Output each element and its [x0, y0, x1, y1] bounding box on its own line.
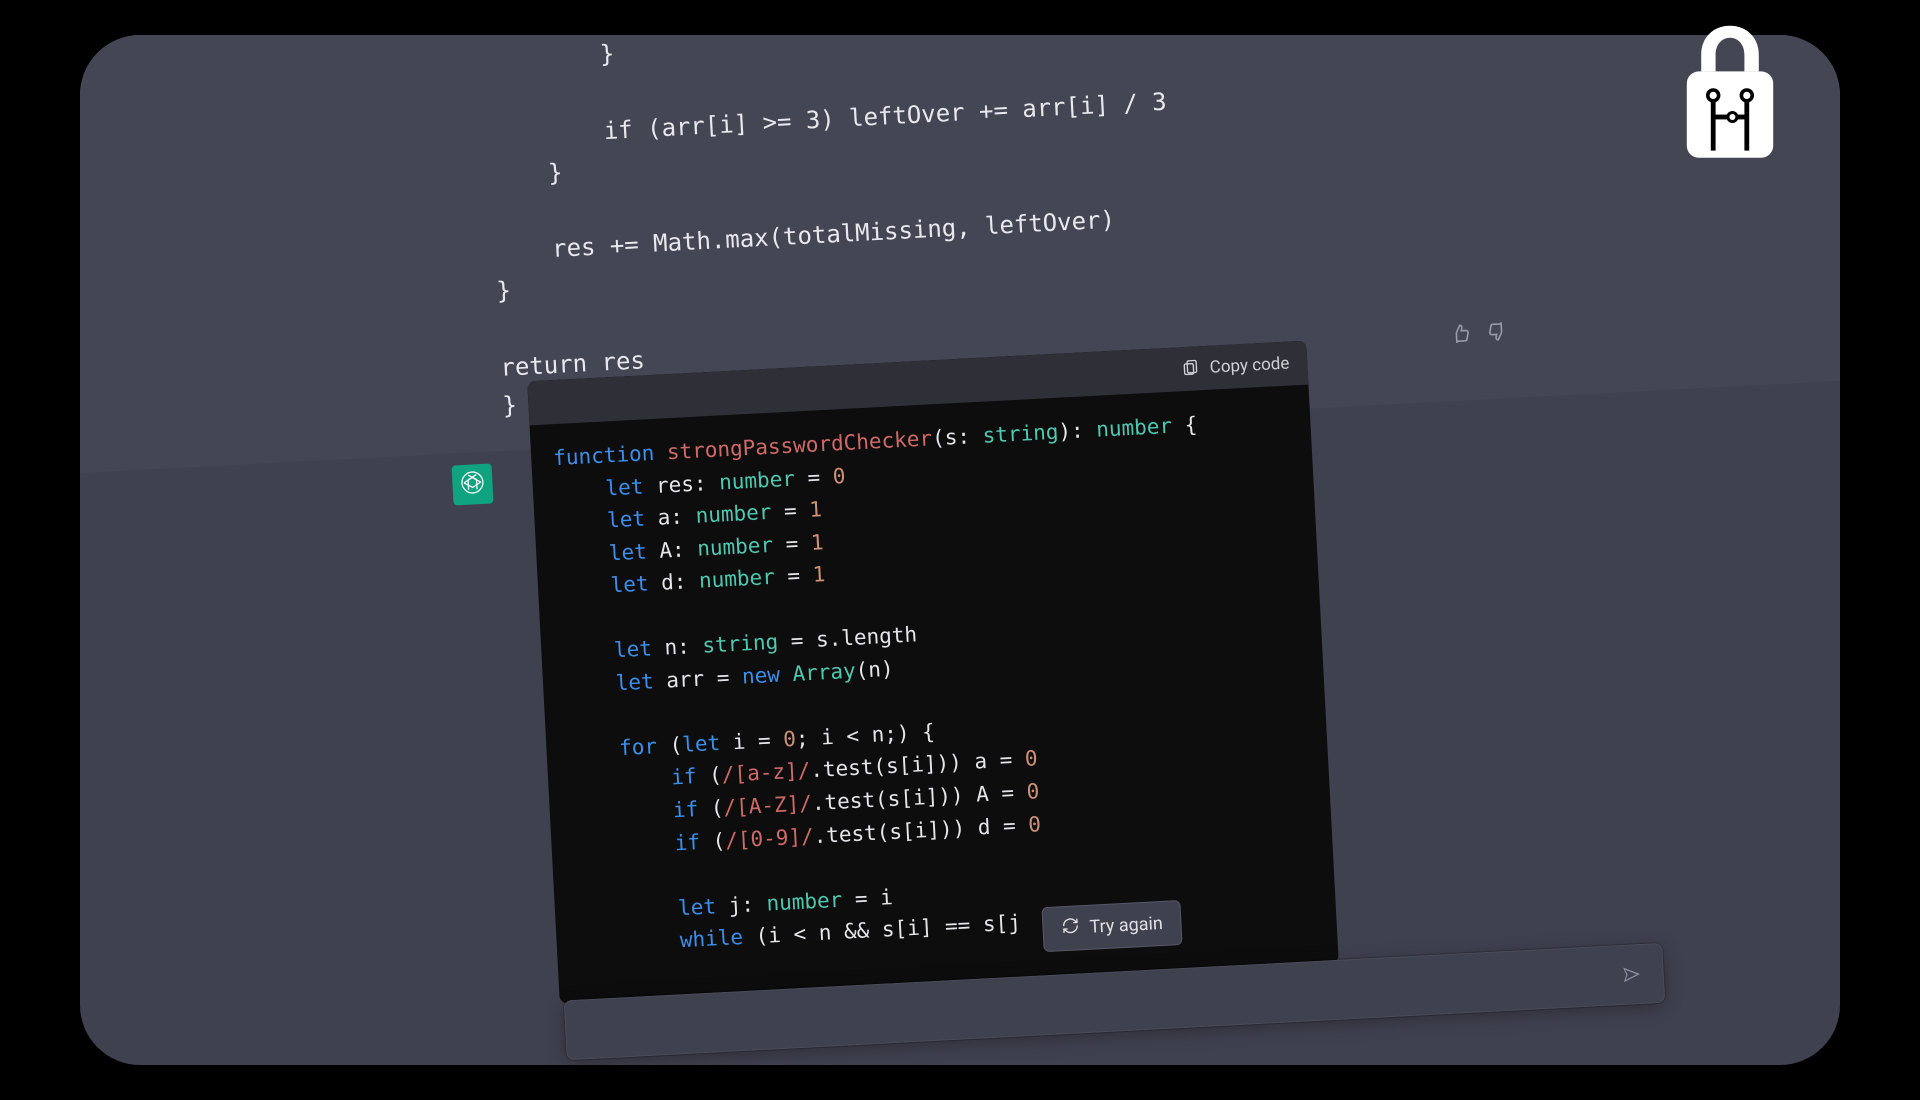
- app-window: overLen -= need } if (arr[i] >= 3) leftO…: [80, 35, 1840, 1065]
- thumbs-down-icon[interactable]: [1485, 320, 1508, 347]
- refresh-icon: [1061, 916, 1080, 940]
- try-again-button[interactable]: Try again: [1041, 900, 1182, 952]
- chat-scene: overLen -= need } if (arr[i] >= 3) leftO…: [122, 35, 1840, 1065]
- lock-circuit-icon: [1670, 18, 1790, 168]
- thumbs-up-icon[interactable]: [1449, 322, 1472, 349]
- assistant-avatar: [452, 463, 494, 505]
- assistant-avatar-icon: [458, 468, 488, 501]
- assistant-code-content: function strongPasswordChecker(s: string…: [530, 385, 1339, 1004]
- copy-code-label: Copy code: [1209, 354, 1290, 378]
- clipboard-icon: [1181, 357, 1200, 381]
- feedback-thumbs: [1449, 320, 1508, 349]
- send-icon[interactable]: [1620, 963, 1643, 990]
- assistant-code-block: Copy code function strongPasswordChecker…: [527, 341, 1339, 1004]
- try-again-label: Try again: [1089, 913, 1163, 938]
